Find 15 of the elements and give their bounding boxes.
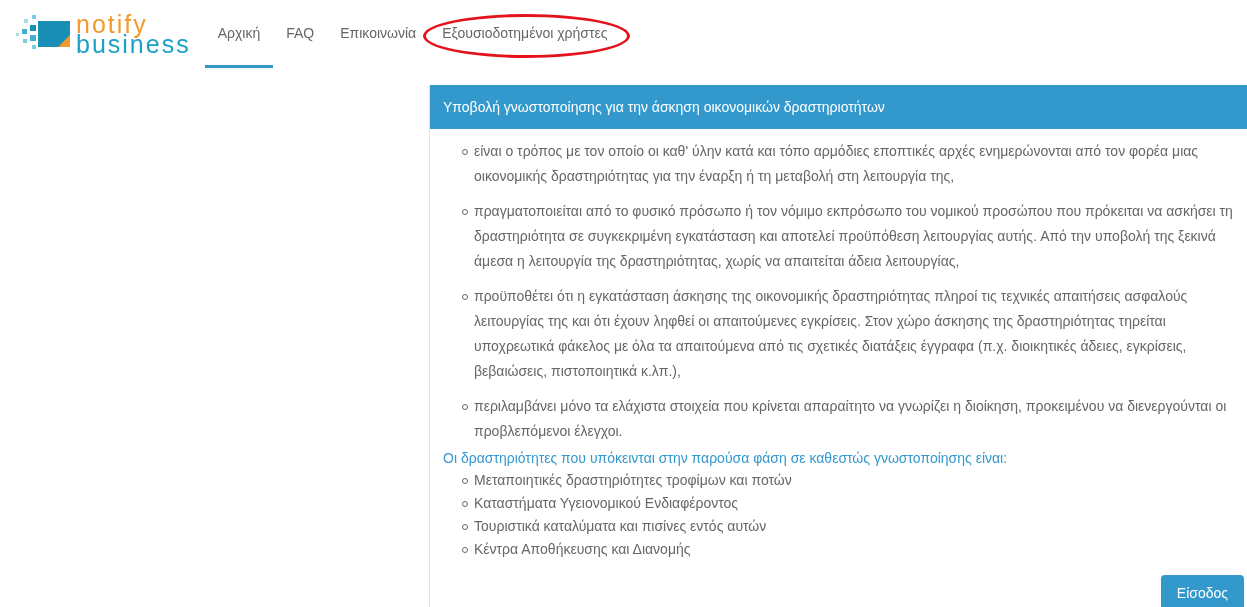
section-heading: Οι δραστηριότητες που υπόκεινται στην παρούσα φάση σε καθεστώς γνωστοποίησης είναι: bbox=[442, 450, 1009, 466]
bullet-text: είναι ο τρόπος με τον οποίο οι καθ' ύλην κατά και τόπο αρμόδιες εποπτικές αρχές ενημερώνονται από τον φορέα μιας οικονομικής δραστηριότητας για την έναρξη ή τη μεταβολή στη λειτουργία της, bbox=[474, 142, 1200, 186]
bullet-text: προϋποθέτει ότι η εγκατάσταση άσκησης της οικονομικής δραστηριότητας πληροί τις τεχνικές απαιτήσεις ασφαλούς λειτουργίας της και ότι έχουν ληφθεί οι απαιτούμενες εγκρίσεις. Στον χώρο άσκησης της δραστηριότητας τηρείται υποχρεωτικά φάκελος με όλα τα απαιτούμενα από τις σχετικές διατάξεις έγγραφα (π.χ. διοικητικές άδειες, εγκρίσεις, βεβαιώσεις, πιστοποιητικά κ.λπ.), bbox=[474, 287, 1189, 381]
login-button[interactable]: Είσοδος bbox=[1160, 575, 1244, 607]
nav-link[interactable]: FAQ bbox=[273, 0, 328, 68]
bullet-text: πραγματοποιείται από το φυσικό πρόσωπο ή τον νόμιμο εκπρόσωπο του νομικού προσώπου που πρόκειται να ασκήσει τη δραστηριότητα σε συγκεκριμένη εγκατάσταση και αποτελεί προϋπόθεση λειτουργίας αυτής. Από την υποβολή της ξεκινά άμεσα η λειτουργία της δραστηριότητας, χωρίς να απαιτείται άδεια λειτουργίας, bbox=[474, 202, 1234, 271]
nav-link[interactable]: Εξουσιοδοτημένοι χρήστες bbox=[429, 0, 621, 68]
activity-item: Κέντρα Αποθήκευσης και Διανομής bbox=[474, 540, 691, 559]
bullet-text: περιλαμβάνει μόνο τα ελάχιστα στοιχεία που κρίνεται απαραίτητο να γνωρίζει η διοίκηση, προκειμένου να διενεργούνται οι προβλεπόμενοι έλεγχοι. bbox=[474, 397, 1228, 441]
panel-title: Υποβολή γνωστοποίησης για την άσκηση οικονομικών δραστηριοτήτων bbox=[430, 85, 1247, 129]
activity-item: Τουριστικά καταλύματα και πισίνες εντός αυτών bbox=[474, 517, 767, 536]
activity-item: Μεταποιητικές δραστηριότητες τροφίμων και ποτών bbox=[474, 471, 792, 490]
activity-item: Καταστήματα Υγειονομικού Ενδιαφέροντος bbox=[474, 494, 739, 513]
nav-link[interactable]: Αρχική bbox=[204, 0, 274, 68]
nav-link[interactable]: Επικοινωνία bbox=[327, 0, 430, 68]
